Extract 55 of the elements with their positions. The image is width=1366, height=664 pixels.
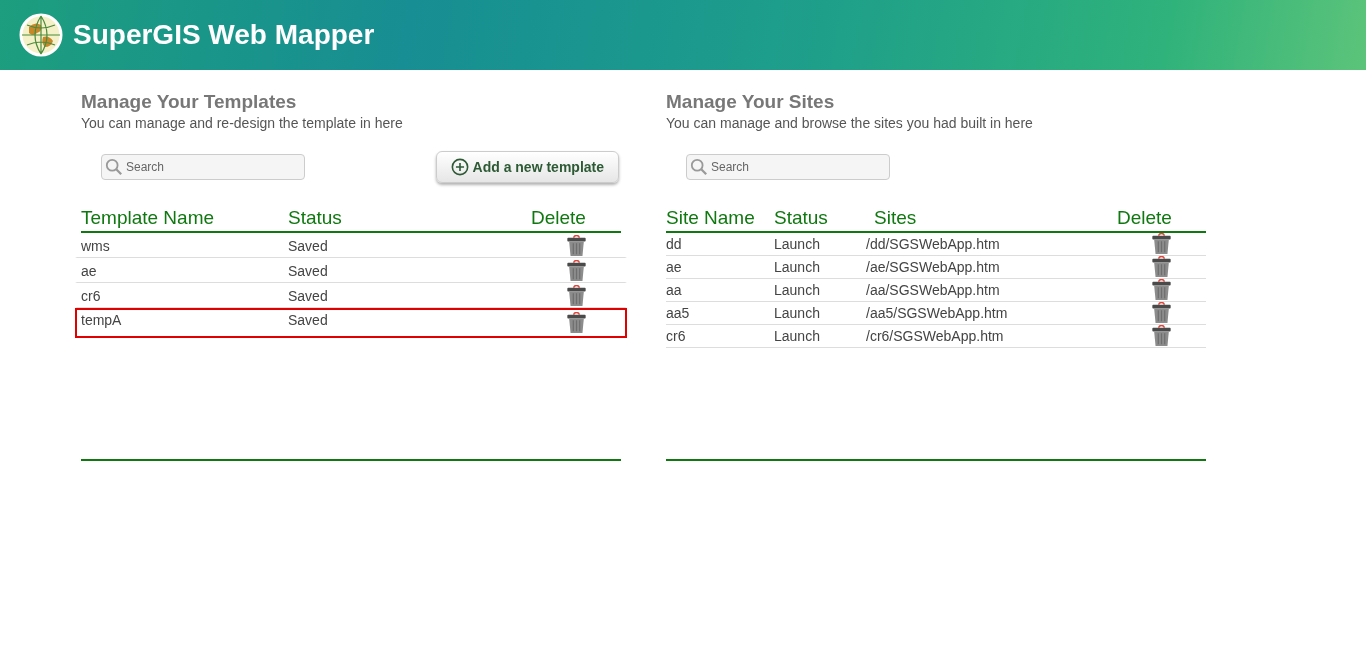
- column-header: Status: [288, 207, 343, 229]
- table-cell-text: cr6: [666, 328, 687, 344]
- trash-icon[interactable]: [1151, 325, 1172, 347]
- table-cell-text: wms: [81, 238, 111, 254]
- trash-icon[interactable]: [1151, 256, 1172, 278]
- table-cell-text: Saved: [288, 238, 329, 254]
- table-cell-text: Saved: [288, 263, 329, 279]
- add-template-button[interactable]: Add a new template: [435, 151, 619, 183]
- table-cell-text: Launch: [774, 305, 821, 321]
- trash-icon[interactable]: [565, 285, 587, 307]
- table-cell-text: Saved: [288, 288, 329, 304]
- table-cell-text: tempA: [81, 312, 123, 328]
- template-row[interactable]: ae Saved: [75, 258, 627, 283]
- table-cell-text: aa5: [666, 305, 691, 321]
- table-cell-text: Launch: [774, 328, 821, 344]
- table-cell-text: Launch: [774, 282, 821, 298]
- table-cell-text: cr6: [81, 288, 102, 304]
- trash-icon[interactable]: [565, 235, 587, 257]
- column-header: Site Name: [666, 207, 756, 229]
- trash-icon[interactable]: [1151, 279, 1172, 301]
- table-cell-text: aa: [666, 282, 683, 298]
- search-field[interactable]: Search: [101, 154, 305, 180]
- site-link[interactable]: /aa5/SGSWebApp.htm: [866, 305, 1117, 321]
- section-subtitle: You can manage and browse the sites you had built in here: [666, 115, 1034, 131]
- trash-icon[interactable]: [1151, 302, 1172, 324]
- search-icon: [105, 158, 123, 176]
- site-link[interactable]: /dd/SGSWebApp.htm: [866, 236, 1117, 252]
- column-header: Sites: [873, 207, 918, 229]
- site-link[interactable]: /ae/SGSWebApp.htm: [866, 259, 1117, 275]
- column-header: Delete: [531, 207, 587, 229]
- section-title: Manage Your Templates: [81, 90, 298, 114]
- column-header: Status: [774, 207, 829, 229]
- globe-icon: [19, 13, 63, 57]
- template-row[interactable]: cr6 Saved: [75, 283, 627, 308]
- plus-circle-icon: [450, 158, 469, 176]
- section-title: Manage Your Sites: [666, 90, 836, 114]
- section-subtitle: You can manage and re-design the template in here: [81, 115, 404, 131]
- trash-icon[interactable]: [1151, 233, 1172, 255]
- column-header: Template Name: [81, 207, 216, 229]
- table-cell-text: Saved: [288, 312, 329, 328]
- app-title: SuperGIS Web Mapper: [73, 19, 375, 51]
- table-cell-text: Launch: [774, 236, 821, 252]
- site-link[interactable]: /aa/SGSWebApp.htm: [866, 282, 1117, 298]
- template-row[interactable]: wms Saved: [75, 233, 627, 258]
- column-header: Delete: [1117, 207, 1173, 229]
- table-cell-text: dd: [666, 236, 683, 252]
- table-cell-text: ae: [666, 259, 683, 275]
- trash-icon[interactable]: [565, 312, 587, 334]
- table-cell-text: ae: [81, 263, 98, 279]
- site-link[interactable]: /cr6/SGSWebApp.htm: [866, 328, 1117, 344]
- search-icon: [690, 158, 708, 176]
- table-cell-text: Launch: [774, 259, 821, 275]
- search-field[interactable]: Search: [686, 154, 890, 180]
- trash-icon[interactable]: [565, 260, 587, 282]
- template-row[interactable]: tempA Saved: [75, 308, 627, 338]
